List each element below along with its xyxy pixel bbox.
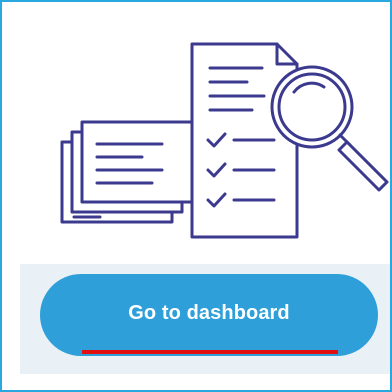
document-review-magnifier-icon <box>60 42 389 239</box>
highlight-underline <box>82 350 338 354</box>
go-to-dashboard-button[interactable]: Go to dashboard <box>40 274 378 356</box>
dashboard-card: Go to dashboard <box>0 0 392 392</box>
go-to-dashboard-label: Go to dashboard <box>128 302 290 324</box>
